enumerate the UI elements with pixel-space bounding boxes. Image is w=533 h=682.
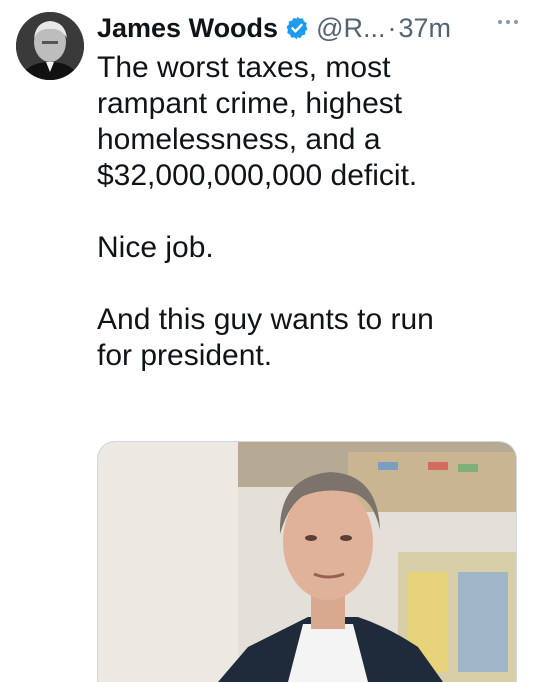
timestamp[interactable]: 37m	[399, 10, 452, 46]
tweet-text: The worst taxes, most rampant crime, hig…	[97, 50, 517, 374]
display-name[interactable]: James Woods	[97, 10, 278, 46]
avatar[interactable]	[16, 12, 84, 80]
tweet-line: $32,000,000,000 deficit.	[97, 159, 418, 192]
tweet-line: And this guy wants to run	[97, 303, 434, 336]
more-options-icon[interactable]	[495, 12, 521, 32]
media-photo	[98, 442, 516, 682]
user-handle[interactable]: @R...	[316, 10, 385, 46]
tweet-header: James Woods @R... · 37m	[97, 8, 451, 48]
tweet-line: rampant crime, highest	[97, 87, 403, 120]
tweet-paragraph-2: Nice job.	[97, 230, 517, 266]
tweet-line: Nice job.	[97, 231, 214, 264]
tweet-line: The worst taxes, most	[97, 51, 391, 84]
tweet-line: for president.	[97, 339, 273, 372]
tweet-paragraph-3: And this guy wants to run for president.	[97, 302, 517, 374]
media-image[interactable]	[97, 441, 517, 682]
tweet-line: homelessness, and a	[97, 123, 381, 156]
tweet-paragraph-1: The worst taxes, most rampant crime, hig…	[97, 50, 517, 194]
avatar-photo	[16, 12, 84, 80]
tweet[interactable]: James Woods @R... · 37m The worst taxes,…	[0, 0, 533, 682]
separator-dot: ·	[387, 13, 397, 43]
verified-badge-icon	[284, 15, 310, 41]
